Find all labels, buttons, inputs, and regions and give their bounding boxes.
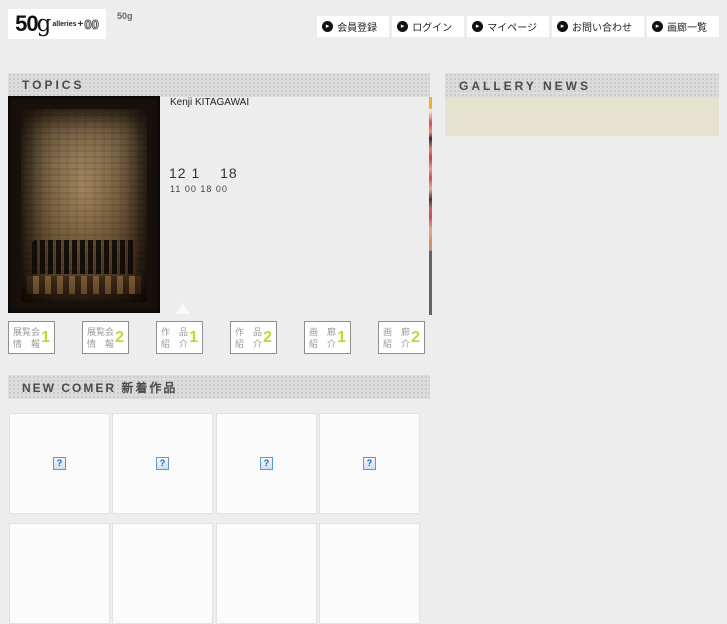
- carousel-next-slide-sliver: [429, 97, 432, 315]
- nav-label: お問い合わせ: [572, 23, 632, 34]
- exhibition-hours: 11 00 18 00: [170, 184, 228, 194]
- exhibition-date: 12 1 18: [169, 165, 238, 181]
- button-work-intro-1[interactable]: 作 品 紹 介 1: [156, 321, 203, 354]
- newcomer-card[interactable]: [9, 523, 110, 624]
- nav-item-member-registration[interactable]: ▸ 会員登録: [317, 16, 390, 37]
- nav-label: マイページ: [487, 23, 537, 34]
- artwork-floor-pattern: [27, 276, 141, 294]
- button-exhibition-info-1[interactable]: 展覧会 情 報 1: [8, 321, 55, 354]
- button-number: 2: [411, 328, 420, 346]
- button-number: 1: [337, 328, 346, 346]
- button-number: 2: [263, 328, 272, 346]
- logo-alleries-text: alleries: [52, 20, 77, 28]
- carousel-up-indicator-icon[interactable]: [176, 303, 190, 314]
- arrow-bullet-icon: ▸: [397, 21, 409, 32]
- newcomer-title: NEW COMER 新着作品: [22, 380, 178, 395]
- newcomer-card[interactable]: ?: [319, 413, 420, 514]
- newcomer-card[interactable]: ?: [9, 413, 110, 514]
- topics-section-header: TOPICS: [8, 73, 430, 97]
- logo-50-text: 50: [15, 11, 39, 36]
- nav-label: ログイン: [412, 23, 453, 34]
- nav-label: 画廊一覧: [667, 23, 707, 34]
- newcomer-card[interactable]: [216, 523, 317, 624]
- topics-artwork-image[interactable]: [8, 96, 160, 313]
- newcomer-section-header: NEW COMER 新着作品: [8, 375, 430, 399]
- button-label-line2: 情 報: [13, 339, 41, 349]
- button-label-line2: 情 報: [87, 339, 115, 349]
- newcomer-card[interactable]: [319, 523, 420, 624]
- button-number: 1: [41, 328, 50, 346]
- button-gallery-intro-2[interactable]: 画 廊 紹 介 2: [378, 321, 425, 354]
- nav-item-contact[interactable]: ▸ お問い合わせ: [552, 16, 644, 37]
- broken-image-icon: ?: [156, 457, 169, 470]
- top-navigation: ▸ 会員登録 ▸ ログイン ▸ マイページ ▸ お問い合わせ ▸ 画廊一覧: [317, 16, 719, 37]
- button-label-line2: 紹 介: [383, 339, 411, 349]
- site-logo[interactable]: 50 g alleries +00: [8, 9, 106, 39]
- arrow-bullet-icon: ▸: [557, 21, 568, 32]
- logo-zeros-text: 00: [84, 16, 100, 32]
- artwork-plate: [21, 109, 147, 302]
- button-gallery-intro-1[interactable]: 画 廊 紹 介 1: [304, 321, 351, 354]
- button-number: 2: [115, 328, 124, 346]
- topics-title: TOPICS: [22, 78, 85, 92]
- button-work-intro-2[interactable]: 作 品 紹 介 2: [230, 321, 277, 354]
- site-tagline: 50g: [117, 11, 133, 21]
- logo-plus-text: +: [77, 18, 84, 30]
- newcomer-card[interactable]: ?: [112, 413, 213, 514]
- button-exhibition-info-2[interactable]: 展覧会 情 報 2: [82, 321, 129, 354]
- nav-item-login[interactable]: ▸ ログイン: [392, 16, 465, 37]
- logo-g-text: g: [36, 11, 52, 37]
- broken-image-icon: ?: [260, 457, 273, 470]
- gallery-news-section-header: GALLERY NEWS: [445, 73, 719, 98]
- broken-image-icon: ?: [53, 457, 66, 470]
- button-label-line2: 紹 介: [161, 339, 189, 349]
- artwork-figures: [32, 240, 136, 274]
- broken-image-icon: ?: [363, 457, 376, 470]
- nav-item-mypage[interactable]: ▸ マイページ: [467, 16, 549, 37]
- newcomer-card[interactable]: ?: [216, 413, 317, 514]
- gallery-news-title: GALLERY NEWS: [459, 78, 592, 93]
- newcomer-card[interactable]: [112, 523, 213, 624]
- button-number: 1: [189, 328, 198, 346]
- button-label-line2: 紹 介: [235, 339, 263, 349]
- nav-label: 会員登録: [337, 23, 378, 34]
- arrow-bullet-icon: ▸: [322, 21, 334, 32]
- arrow-bullet-icon: ▸: [652, 21, 663, 32]
- button-label-line2: 紹 介: [309, 339, 337, 349]
- artist-name: Kenji KITAGAWAI: [170, 97, 250, 108]
- arrow-bullet-icon: ▸: [472, 21, 484, 32]
- gallery-news-panel: [445, 98, 719, 136]
- nav-item-gallery-list[interactable]: ▸ 画廊一覧: [647, 16, 719, 37]
